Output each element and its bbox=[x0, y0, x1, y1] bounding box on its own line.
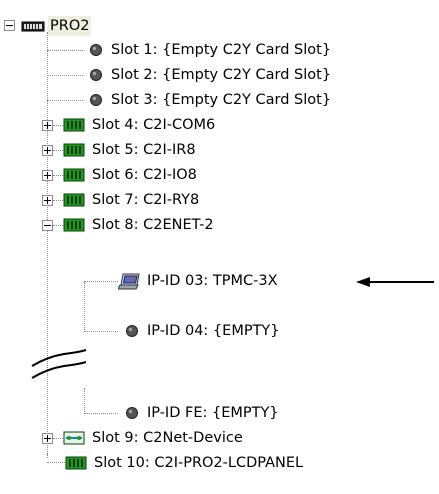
tree-node-label: Slot 7: C2I-RY8 bbox=[92, 192, 200, 208]
tree-node-slot-8[interactable]: Slot 8: C2ENET-2 bbox=[63, 212, 216, 238]
tree-node-root[interactable]: PRO2 bbox=[21, 13, 92, 39]
tree-line bbox=[84, 413, 118, 414]
tree-line bbox=[53, 175, 63, 176]
tree-node-ipid-fe[interactable]: IP-ID FE: {EMPTY} bbox=[124, 400, 281, 426]
tree-node-label: Slot 10: C2I-PRO2-LCDPANEL bbox=[94, 455, 304, 471]
network-device-icon bbox=[63, 430, 85, 446]
tree-node-label: Slot 6: C2I-IO8 bbox=[92, 167, 197, 183]
plus-icon bbox=[44, 122, 51, 129]
tree-line bbox=[53, 150, 63, 151]
tree-line bbox=[47, 50, 83, 51]
device-tree: PRO2 Slot 1: {Empty C2Y Card Slot} Slot … bbox=[0, 0, 439, 494]
plus-icon bbox=[44, 197, 51, 204]
expand-toggle[interactable] bbox=[42, 120, 53, 131]
tree-node-label: PRO2 bbox=[48, 16, 92, 36]
tree-node-slot-10[interactable]: Slot 10: C2I-PRO2-LCDPANEL bbox=[65, 450, 305, 476]
tree-node-slot-5[interactable]: Slot 5: C2I-IR8 bbox=[63, 137, 198, 163]
minus-icon bbox=[6, 25, 13, 26]
card-icon bbox=[63, 217, 85, 233]
plus-icon bbox=[44, 435, 51, 442]
tree-line bbox=[47, 462, 65, 463]
tree-node-label: Slot 4: C2I-COM6 bbox=[92, 117, 216, 133]
collapse-toggle[interactable] bbox=[4, 20, 15, 31]
touchpanel-icon bbox=[117, 273, 140, 290]
card-icon bbox=[63, 117, 85, 133]
tree-line bbox=[53, 125, 63, 126]
tree-node-slot-4[interactable]: Slot 4: C2I-COM6 bbox=[63, 112, 217, 138]
tree-line bbox=[53, 200, 63, 201]
empty-slot-icon bbox=[88, 42, 104, 58]
tree-line bbox=[84, 282, 85, 332]
card-icon bbox=[63, 167, 85, 183]
tree-line bbox=[47, 454, 48, 458]
tree-node-slot-6[interactable]: Slot 6: C2I-IO8 bbox=[63, 162, 199, 188]
expand-toggle[interactable] bbox=[42, 145, 53, 156]
tree-node-label: IP-ID 03: TPMC-3X bbox=[147, 273, 278, 289]
card-icon bbox=[63, 192, 85, 208]
plus-icon bbox=[44, 147, 51, 154]
minus-icon bbox=[44, 225, 51, 226]
tree-node-slot-3[interactable]: Slot 3: {Empty C2Y Card Slot} bbox=[88, 87, 333, 113]
tree-node-label: IP-ID FE: {EMPTY} bbox=[147, 405, 279, 421]
tree-node-label: Slot 9: C2Net-Device bbox=[92, 430, 243, 446]
tree-line bbox=[53, 225, 63, 226]
expand-toggle[interactable] bbox=[42, 170, 53, 181]
tree-node-ipid-04[interactable]: IP-ID 04: {EMPTY} bbox=[124, 318, 282, 344]
empty-slot-icon bbox=[88, 92, 104, 108]
tree-line bbox=[47, 75, 83, 76]
tree-node-label: Slot 3: {Empty C2Y Card Slot} bbox=[111, 92, 332, 108]
expand-toggle[interactable] bbox=[42, 195, 53, 206]
collapse-toggle[interactable] bbox=[42, 220, 53, 231]
tree-node-label: Slot 2: {Empty C2Y Card Slot} bbox=[111, 67, 332, 83]
tree-line bbox=[84, 388, 85, 414]
tree-line bbox=[47, 100, 83, 101]
tree-break-icon bbox=[31, 349, 87, 379]
expand-toggle[interactable] bbox=[42, 433, 53, 444]
tree-node-slot-2[interactable]: Slot 2: {Empty C2Y Card Slot} bbox=[88, 62, 333, 88]
tree-node-label: IP-ID 04: {EMPTY} bbox=[147, 323, 280, 339]
tree-node-slot-7[interactable]: Slot 7: C2I-RY8 bbox=[63, 187, 201, 213]
tree-line bbox=[84, 331, 118, 332]
tree-node-ipid-03-entry[interactable]: IP-ID 03: TPMC-3X bbox=[117, 268, 280, 294]
tree-node-label: Slot 8: C2ENET-2 bbox=[92, 217, 214, 233]
tree-node-slot-1[interactable]: Slot 1: {Empty C2Y Card Slot} bbox=[88, 37, 333, 63]
card-icon bbox=[65, 455, 87, 471]
tree-line bbox=[47, 32, 48, 454]
card-icon bbox=[63, 142, 85, 158]
tree-node-label: Slot 1: {Empty C2Y Card Slot} bbox=[111, 42, 332, 58]
arrow-pointer-icon bbox=[356, 277, 434, 287]
empty-slot-icon bbox=[124, 405, 140, 421]
tree-node-label: Slot 5: C2I-IR8 bbox=[92, 142, 196, 158]
empty-slot-icon bbox=[124, 323, 140, 339]
empty-slot-icon bbox=[88, 67, 104, 83]
chassis-icon bbox=[21, 18, 45, 34]
tree-line bbox=[84, 281, 118, 282]
plus-icon bbox=[44, 172, 51, 179]
tree-node-slot-9[interactable]: Slot 9: C2Net-Device bbox=[63, 425, 245, 451]
tree-line bbox=[53, 438, 63, 439]
